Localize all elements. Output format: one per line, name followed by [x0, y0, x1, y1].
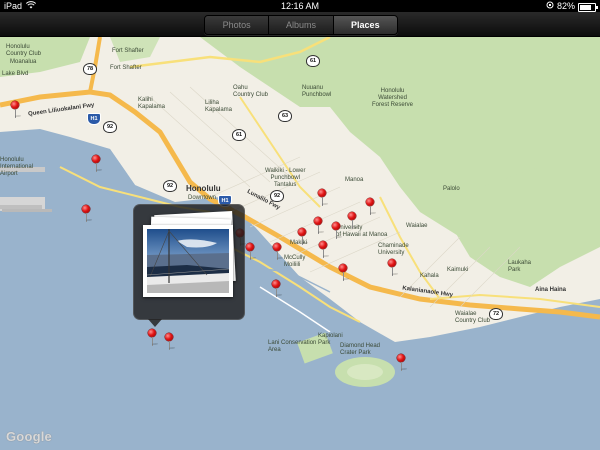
- map-label: Aina Haina: [535, 287, 567, 293]
- photo-location-pin[interactable]: [90, 155, 103, 173]
- map-label: Palolo: [443, 186, 460, 192]
- highway-shield: 78: [83, 63, 97, 75]
- map-label: Lake Blvd: [2, 71, 29, 77]
- photo-location-pin[interactable]: [80, 205, 93, 223]
- sailboat-image: [147, 229, 229, 293]
- map-label: Waikiki - Lower Punchbowl Tantalus: [265, 168, 306, 188]
- map-label: Laukaha Park: [508, 260, 532, 273]
- photo-location-pin[interactable]: [163, 333, 176, 351]
- map-label: Fort Shafter: [110, 65, 142, 71]
- interstate-shield: H1: [87, 113, 101, 125]
- photo-location-pin[interactable]: [9, 101, 22, 119]
- highway-shield: 61: [232, 129, 246, 141]
- map-label: University of Hawaii at Manoa: [336, 225, 388, 238]
- map-label: Nuuanu Punchbowl: [302, 85, 332, 98]
- photo-stack-popup[interactable]: [133, 204, 245, 327]
- tab-photos[interactable]: Photos: [205, 16, 269, 34]
- highway-shield: 61: [306, 55, 320, 67]
- map-label: Waialae: [406, 223, 428, 229]
- map-label: Honolulu Watershed Forest Reserve: [372, 88, 414, 108]
- toolbar: Photos Albums Places: [0, 12, 600, 37]
- photo-location-pin[interactable]: [316, 189, 329, 207]
- map-label: Honolulu International Airport: [0, 157, 34, 177]
- highway-shield: 92: [270, 190, 284, 202]
- highway-shield: 63: [278, 110, 292, 122]
- map-label: Moanalua: [10, 59, 37, 65]
- photo-location-pin[interactable]: [364, 198, 377, 216]
- photo-location-pin[interactable]: [317, 241, 330, 259]
- tab-places[interactable]: Places: [332, 16, 397, 34]
- map-label: Lani Conservation Area: [268, 340, 317, 353]
- google-logo: Google: [6, 429, 52, 444]
- map-view[interactable]: Honolulu Country Club Fort Shafter Fort S…: [0, 37, 600, 450]
- map-label: Kahala: [420, 273, 439, 279]
- battery-percent: 82%: [556, 1, 575, 11]
- sailboat-photo[interactable]: [143, 225, 233, 297]
- photo-location-pin[interactable]: [146, 329, 159, 347]
- photo-location-pin[interactable]: [395, 354, 408, 372]
- map-label: Downtown: [188, 195, 217, 201]
- highway-shield: 92: [163, 180, 177, 192]
- photo-location-pin[interactable]: [271, 243, 284, 261]
- orientation-lock-icon: [546, 0, 554, 12]
- map-label: Manoa: [345, 177, 364, 183]
- battery-icon: [578, 2, 598, 12]
- photo-location-pin[interactable]: [386, 259, 399, 277]
- view-segmented-control: Photos Albums Places: [204, 15, 398, 35]
- map-label: Fort Shafter: [112, 48, 144, 54]
- map-label: Honolulu: [186, 184, 221, 193]
- map-label: Oahu Country Club: [233, 85, 269, 98]
- map-label: Liliha Kapalama: [205, 100, 233, 113]
- photo-location-pin[interactable]: [346, 212, 359, 230]
- status-time: 12:16 AM: [280, 1, 320, 11]
- status-bar: iPad 12:16 AM 82%: [0, 0, 600, 12]
- photo-location-pin[interactable]: [296, 228, 309, 246]
- photo-location-pin[interactable]: [312, 217, 325, 235]
- map-label: Diamond Head Crater Park: [340, 343, 381, 356]
- map-label: Kalihi Kapalama: [138, 97, 166, 110]
- photo-location-pin[interactable]: [270, 280, 283, 298]
- map-label: Kapiolani Park: [318, 333, 343, 346]
- map-label: Waialae Country Club: [455, 311, 491, 324]
- tab-albums[interactable]: Albums: [268, 16, 333, 34]
- map-label: Kaimuki: [447, 267, 469, 273]
- map-label: McCully Moiliili: [284, 255, 306, 268]
- highway-shield: 72: [489, 308, 503, 320]
- map-label: Chaminade University: [378, 243, 409, 256]
- highway-shield: 92: [103, 121, 117, 133]
- photo-location-pin[interactable]: [337, 264, 350, 282]
- photo-location-pin[interactable]: [330, 222, 343, 240]
- map-label: Honolulu Country Club: [6, 44, 42, 57]
